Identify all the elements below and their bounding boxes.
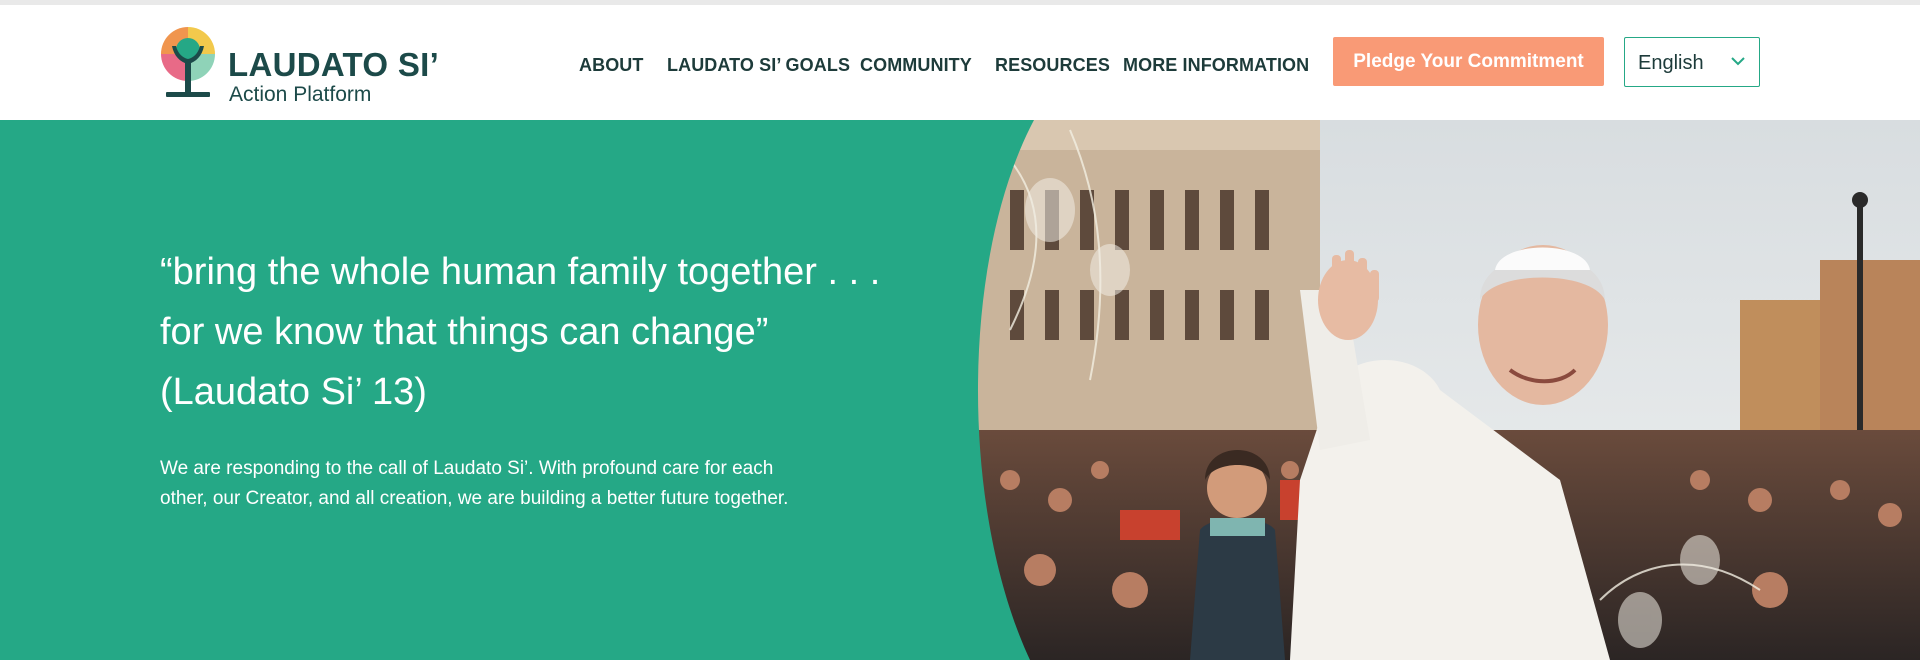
nav-laudato-si-goals[interactable]: LAUDATO SI’ GOALS <box>667 55 850 76</box>
hero-quote: “bring the whole human family together .… <box>160 242 940 422</box>
nav-more-information[interactable]: MORE INFORMATION <box>1123 55 1309 76</box>
site-header: LAUDATO SI’ Action Platform ABOUT LAUDAT… <box>0 5 1920 120</box>
brand-name: LAUDATO SI’ <box>228 46 440 83</box>
nav-resources[interactable]: RESOURCES <box>995 55 1110 76</box>
pledge-commitment-button[interactable]: Pledge Your Commitment <box>1333 37 1604 86</box>
nav-community[interactable]: COMMUNITY <box>860 55 972 76</box>
hero-description: We are responding to the call of Laudato… <box>160 458 789 509</box>
hero-quote-line: “bring the whole human family together .… <box>160 251 881 293</box>
language-selected: English <box>1638 52 1704 74</box>
nav-about[interactable]: ABOUT <box>579 55 644 76</box>
language-select[interactable]: English <box>1624 37 1760 87</box>
hero-banner: “bring the whole human family together .… <box>0 120 1920 660</box>
brand-subtitle: Action Platform <box>229 83 372 106</box>
hero-quote-line: for we know that things can change” <box>160 311 769 353</box>
hero-quote-citation: (Laudato Si’ 13) <box>160 371 427 413</box>
site-logo[interactable]: LAUDATO SI’ Action Platform <box>158 24 439 106</box>
tree-icon <box>161 27 215 97</box>
chevron-down-icon <box>1731 57 1745 66</box>
